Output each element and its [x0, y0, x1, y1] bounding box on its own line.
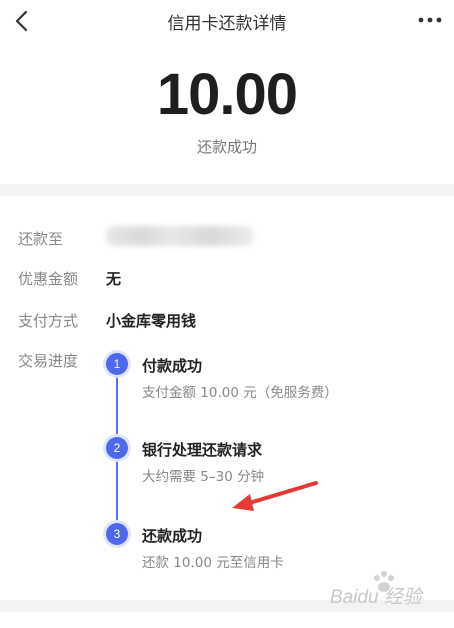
step-number-badge: 2: [106, 437, 128, 459]
navigation-bar: 信用卡还款详情: [0, 0, 454, 44]
discount-label: 优惠金额: [18, 270, 79, 288]
payment-method-label: 支付方式: [18, 312, 79, 330]
repay-to-card-redacted: [106, 226, 254, 246]
step-number-badge: 3: [106, 523, 128, 545]
section-divider-top: [0, 184, 454, 196]
watermark-logo: Baidu 经验: [330, 571, 434, 608]
repayment-amount: 10.00: [156, 62, 298, 127]
amount-summary: 10.00 还款成功: [0, 60, 454, 157]
repayment-status: 还款成功: [196, 138, 257, 156]
step-number-badge: 1: [106, 353, 128, 375]
step-title: 还款成功: [142, 527, 203, 545]
step-title: 付款成功: [142, 357, 203, 375]
page-title: 信用卡还款详情: [167, 14, 287, 34]
payment-method-value: 小金库零用钱: [106, 312, 197, 330]
step-description: 支付金额 10.00 元（免服务费）: [142, 385, 338, 401]
watermark-text: Baidu 经验: [330, 587, 422, 608]
repay-to-label: 还款至: [18, 230, 64, 248]
step-title: 银行处理还款请求: [142, 441, 263, 459]
progress-timeline: 1 付款成功 支付金额 10.00 元（免服务费） 2 银行处理还款请求 大约需…: [0, 350, 454, 580]
discount-value: 无: [106, 270, 122, 288]
more-horizontal-icon[interactable]: [416, 10, 444, 30]
step-description: 还款 10.00 元至信用卡: [142, 555, 284, 571]
annotation-arrow-icon: [232, 481, 318, 511]
